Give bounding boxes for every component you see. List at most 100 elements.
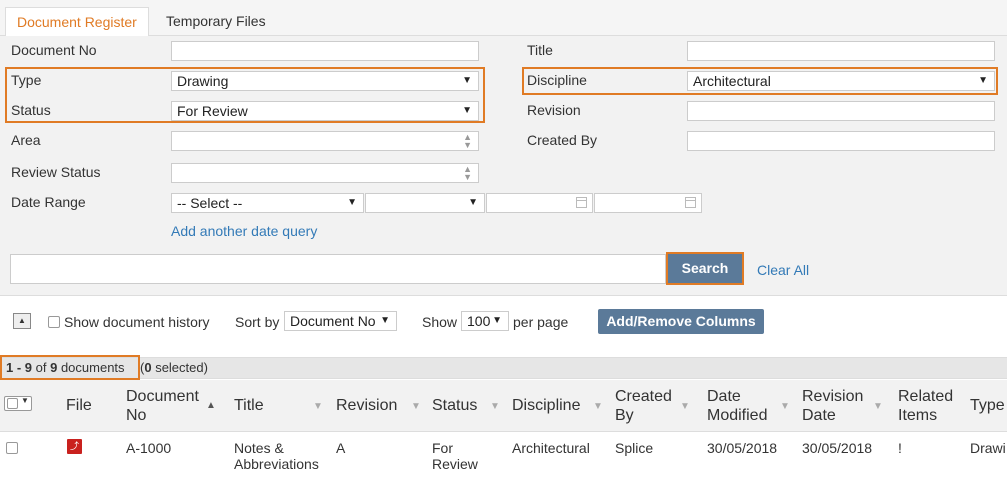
type-select-value: Drawing (177, 73, 229, 89)
page-size-select[interactable]: 100 ▼ (461, 311, 509, 331)
sort-icon[interactable]: ▼ (780, 401, 790, 412)
sort-icon[interactable]: ▼ (313, 401, 323, 412)
select-all-checkbox[interactable] (7, 398, 18, 409)
date-operator-select[interactable]: ▼ (365, 193, 485, 213)
col-document-no-line2: No (126, 407, 147, 424)
status-select-value: For Review (177, 103, 248, 119)
col-created-by[interactable]: Created By (615, 387, 672, 425)
col-created-by-line2: By (615, 407, 634, 424)
col-title[interactable]: Title (234, 396, 264, 415)
sort-icon[interactable]: ▼ (873, 401, 883, 412)
row-created-by: Splice (615, 440, 654, 456)
row-title-line1: Notes & (234, 440, 284, 456)
col-document-no[interactable]: Document No (126, 387, 199, 425)
col-created-by-line1: Created (615, 388, 672, 405)
discipline-select[interactable]: Architectural ▼ (687, 71, 995, 91)
row-revision-date: 30/05/2018 (802, 440, 873, 456)
search-input[interactable] (10, 254, 666, 284)
discipline-select-value: Architectural (693, 73, 771, 89)
area-select[interactable]: ▲ ▼ (171, 131, 479, 151)
date-field-select[interactable]: -- Select -- ▼ (171, 193, 364, 213)
selected-number: 0 (144, 360, 152, 375)
area-label: Area (11, 132, 41, 148)
review-status-label: Review Status (11, 164, 101, 180)
range-sep: - (13, 360, 25, 375)
page-size-select-value: 100 (467, 313, 491, 329)
row-status: For Review (432, 440, 478, 472)
sort-by-select-value: Document No (290, 313, 376, 329)
col-revision-date[interactable]: Revision Date (802, 387, 863, 425)
revision-input[interactable] (687, 101, 995, 121)
tab-strip: Document Register Temporary Files (0, 0, 1007, 37)
row-type: Drawi (970, 440, 1006, 456)
collapse-filters-button[interactable]: ▲ (13, 313, 31, 329)
chevron-down-icon: ▼ (347, 197, 357, 208)
type-label: Type (11, 72, 42, 88)
selected-count: (0 selected) (140, 359, 208, 377)
chevron-down-icon: ▼ (21, 396, 29, 405)
row-related-items[interactable]: ! (898, 440, 902, 456)
add-remove-columns-button[interactable]: Add/Remove Columns (598, 309, 764, 334)
sort-carets-icon: ▲ ▼ (463, 164, 472, 182)
of-text: of (32, 360, 51, 375)
status-select[interactable]: For Review ▼ (171, 101, 479, 121)
col-date-modified-line1: Date (707, 388, 741, 405)
calendar-icon[interactable] (685, 197, 696, 208)
col-type[interactable]: Type (970, 396, 1005, 415)
sort-asc-icon[interactable]: ▲ (206, 400, 216, 411)
show-history-label: Show document history (64, 314, 210, 330)
title-label: Title (527, 42, 553, 58)
chevron-down-icon: ▼ (492, 315, 502, 326)
add-date-query-link[interactable]: Add another date query (171, 223, 317, 239)
title-input[interactable] (687, 41, 995, 61)
sort-by-label: Sort by (235, 314, 280, 330)
col-discipline[interactable]: Discipline (512, 396, 580, 415)
search-button[interactable]: Search (666, 252, 744, 285)
col-revision-date-line2: Date (802, 407, 836, 424)
per-page-label: per page (513, 314, 569, 330)
tab-document-register[interactable]: Document Register (5, 7, 149, 37)
sort-carets-icon: ▲ ▼ (463, 132, 472, 150)
sort-icon[interactable]: ▼ (490, 401, 500, 412)
sort-icon[interactable]: ▼ (680, 401, 690, 412)
clear-all-link[interactable]: Clear All (757, 262, 809, 278)
status-label: Status (11, 102, 51, 118)
chevron-down-icon: ▼ (462, 105, 472, 116)
type-select[interactable]: Drawing ▼ (171, 71, 479, 91)
chevron-down-icon: ▼ (468, 197, 478, 208)
created-by-input[interactable] (687, 131, 995, 151)
created-by-label: Created By (527, 132, 598, 148)
col-status[interactable]: Status (432, 396, 477, 415)
row-title: Notes & Abbreviations (234, 440, 319, 472)
revision-label: Revision (527, 102, 581, 118)
sort-by-select[interactable]: Document No ▼ (284, 311, 397, 331)
pdf-icon[interactable]: ⤴ (67, 439, 82, 454)
show-history-checkbox[interactable] (48, 316, 60, 328)
row-document-no[interactable]: A-1000 (126, 440, 171, 456)
col-date-modified[interactable]: Date Modified (707, 387, 767, 425)
select-all-dropdown[interactable]: ▼ (4, 396, 32, 411)
col-related-line2: Items (898, 407, 938, 424)
col-revision[interactable]: Revision (336, 396, 397, 415)
col-related-items[interactable]: Related Items (898, 387, 953, 425)
sort-icon[interactable]: ▼ (593, 401, 603, 412)
discipline-label: Discipline (527, 72, 587, 88)
date-field-select-value: -- Select -- (177, 195, 243, 211)
sort-icon[interactable]: ▼ (411, 401, 421, 412)
document-no-input[interactable] (171, 41, 479, 61)
row-revision: A (336, 440, 346, 456)
review-status-select[interactable]: ▲ ▼ (171, 163, 479, 183)
tab-temporary-files[interactable]: Temporary Files (155, 7, 277, 37)
chevron-down-icon: ▼ (978, 75, 988, 86)
col-file[interactable]: File (66, 396, 92, 415)
row-checkbox[interactable] (6, 442, 18, 454)
show-label: Show (422, 314, 458, 330)
calendar-icon[interactable] (576, 197, 587, 208)
date-from-input[interactable] (486, 193, 593, 213)
row-discipline: Architectural (512, 440, 590, 456)
chevron-down-icon: ▼ (462, 75, 472, 86)
chevron-down-icon: ▼ (380, 315, 390, 326)
row-title-line2: Abbreviations (234, 456, 319, 472)
date-to-input[interactable] (594, 193, 702, 213)
row-date-modified: 30/05/2018 (707, 440, 778, 456)
